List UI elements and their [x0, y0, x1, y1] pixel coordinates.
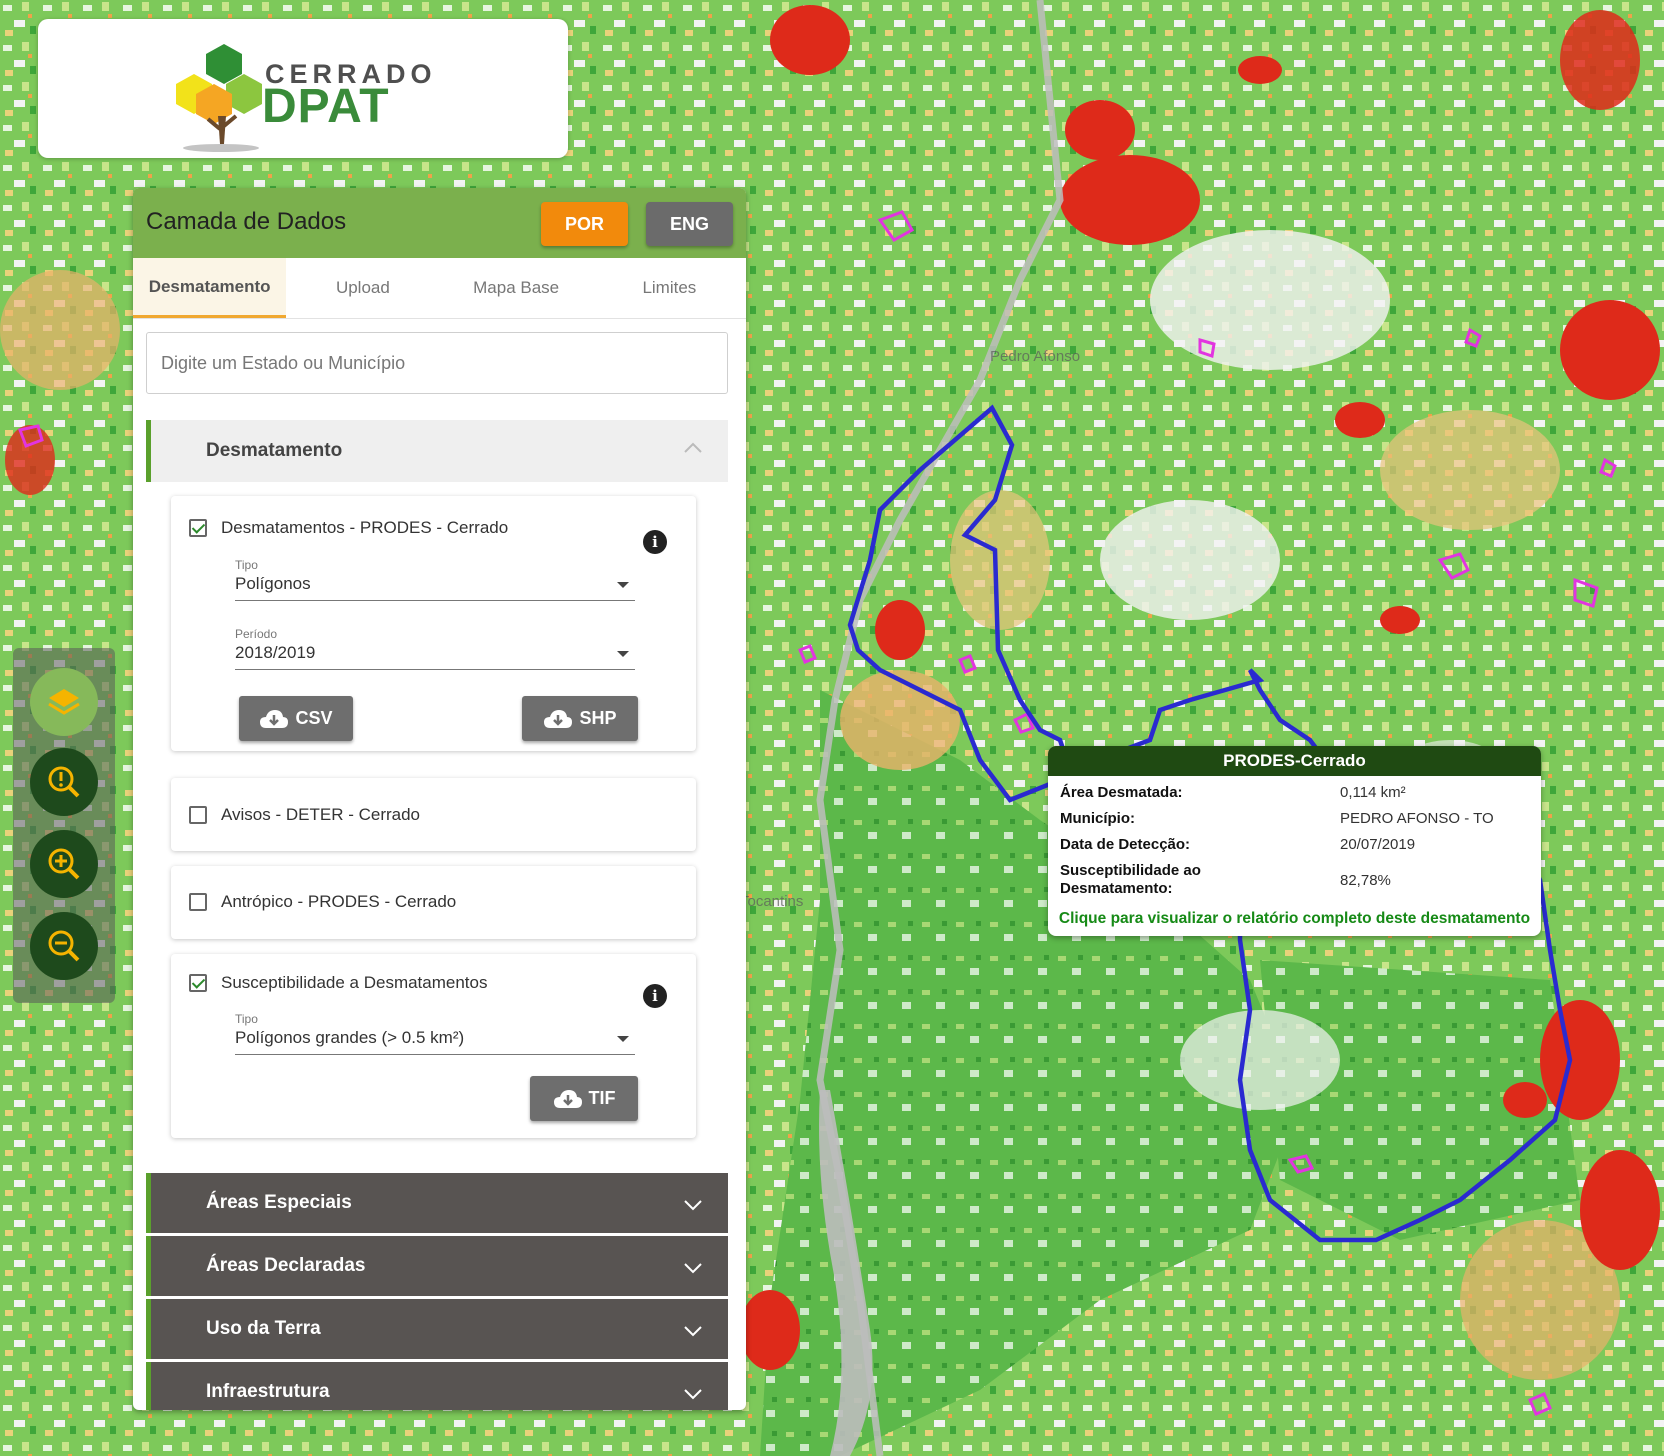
- layer-card-deter: Avisos - DETER - Cerrado: [171, 778, 696, 851]
- prodes-checkbox[interactable]: [189, 519, 207, 537]
- deter-checkbox[interactable]: [189, 806, 207, 824]
- zoom-out-button[interactable]: [30, 912, 98, 980]
- chevron-down-icon: [684, 1200, 702, 1211]
- antropico-checkbox[interactable]: [189, 893, 207, 911]
- popup-value: 20/07/2019: [1340, 836, 1416, 853]
- field-label: Período: [235, 627, 278, 641]
- search-input[interactable]: [146, 332, 728, 394]
- popup-key: Susceptibilidade ao Desmatamento:: [1060, 862, 1201, 897]
- dropdown-caret-icon: [617, 651, 629, 657]
- cloud-download-icon: [544, 709, 573, 728]
- language-por-button[interactable]: POR: [541, 202, 628, 246]
- layer-label: Susceptibilidade a Desmatamentos: [221, 973, 488, 992]
- chevron-down-icon: [684, 1389, 702, 1400]
- tab-desmatamento[interactable]: Desmatamento: [133, 258, 287, 318]
- dropdown-caret-icon: [617, 582, 629, 588]
- download-csv-button[interactable]: CSV: [239, 696, 353, 741]
- field-label: Tipo: [235, 558, 258, 572]
- section-label: Infraestrutura: [206, 1381, 330, 1402]
- panel-title: Camada de Dados: [146, 208, 347, 235]
- search-alert-icon: [48, 766, 80, 798]
- susceptibilidade-checkbox[interactable]: [189, 974, 207, 992]
- layer-label: Antrópico - PRODES - Cerrado: [221, 892, 457, 911]
- tab-upload[interactable]: Upload: [286, 258, 439, 318]
- periodo-value: 2018/2019: [235, 643, 316, 662]
- chevron-down-icon: [684, 1326, 702, 1337]
- download-shp-button[interactable]: SHP: [522, 696, 638, 741]
- layer-card-susceptibilidade: Susceptibilidade a Desmatamentos i Tipo …: [171, 954, 696, 1138]
- tab-limites[interactable]: Limites: [593, 258, 746, 318]
- tif-label: TIF: [588, 1088, 616, 1108]
- logo-text-dpat: DPAT: [262, 80, 390, 133]
- popup-value: 0,114 km²: [1340, 784, 1406, 801]
- csv-label: CSV: [295, 708, 333, 728]
- map-label-river: Tocantins: [740, 893, 804, 910]
- popup-key: Área Desmatada:: [1060, 784, 1183, 801]
- zoom-out-icon: [48, 930, 80, 962]
- zoom-in-icon: [48, 848, 80, 880]
- field-value: Polígonos grandes (> 0.5 km²): [235, 1026, 635, 1055]
- field-value: 2018/2019: [235, 641, 635, 670]
- tipo-value: Polígonos: [235, 574, 311, 593]
- popup-value: PEDRO AFONSO - TO: [1340, 810, 1494, 827]
- data-layers-panel: Camada de Dados POR ENG Desmatamento Upl…: [133, 188, 746, 1410]
- map-label-town: Pedro Afonso: [990, 348, 1081, 365]
- field-value: Polígonos: [235, 572, 635, 601]
- tree-logo-icon: [176, 44, 262, 152]
- layer-card-antropico: Antrópico - PRODES - Cerrado: [171, 866, 696, 939]
- section-label: Áreas Declaradas: [206, 1255, 366, 1276]
- tipo-value: Polígonos grandes (> 0.5 km²): [235, 1028, 465, 1047]
- section-areas-declaradas[interactable]: Áreas Declaradas: [146, 1236, 728, 1296]
- full-report-link[interactable]: Clique para visualizar o relatório compl…: [1048, 910, 1541, 928]
- chevron-down-icon: [684, 1263, 702, 1274]
- section-label: Uso da Terra: [206, 1318, 321, 1339]
- chevron-up-icon: [684, 442, 702, 453]
- tipo-select[interactable]: Tipo Polígonos: [235, 558, 635, 601]
- section-areas-especiais[interactable]: Áreas Especiais: [146, 1173, 728, 1233]
- zoom-in-button[interactable]: [30, 830, 98, 898]
- section-label: Desmatamento: [206, 440, 343, 461]
- app-logo: CERRADO DPAT: [38, 19, 568, 158]
- layers-icon: [48, 689, 80, 715]
- language-eng-button[interactable]: ENG: [646, 202, 733, 246]
- panel-header: Camada de Dados POR ENG: [133, 188, 746, 258]
- layer-label: Avisos - DETER - Cerrado: [221, 805, 421, 824]
- section-desmatamento-header[interactable]: Desmatamento: [146, 420, 728, 482]
- popup-key: Município:: [1060, 810, 1135, 827]
- field-label: Tipo: [235, 1012, 258, 1026]
- layer-card-prodes: Desmatamentos - PRODES - Cerrado i Tipo …: [171, 496, 696, 751]
- layers-button[interactable]: [30, 668, 98, 736]
- shp-label: SHP: [579, 708, 617, 728]
- popup-value: 82,78%: [1340, 872, 1391, 889]
- info-icon[interactable]: i: [643, 530, 667, 554]
- section-infraestrutura[interactable]: Infraestrutura: [146, 1362, 728, 1410]
- tab-mapa-base[interactable]: Mapa Base: [440, 258, 593, 318]
- cloud-download-icon: [260, 709, 289, 728]
- section-label: Áreas Especiais: [206, 1192, 352, 1213]
- periodo-select[interactable]: Período 2018/2019: [235, 627, 635, 670]
- info-icon[interactable]: i: [643, 984, 667, 1008]
- section-uso-da-terra[interactable]: Uso da Terra: [146, 1299, 728, 1359]
- panel-tabs: Desmatamento Upload Mapa Base Limites: [133, 258, 746, 319]
- search-alert-button[interactable]: [30, 748, 98, 816]
- layer-label: Desmatamentos - PRODES - Cerrado: [221, 518, 509, 537]
- cloud-download-icon: [553, 1089, 582, 1108]
- popup-title: PRODES-Cerrado: [1048, 746, 1541, 776]
- popup-key: Data de Detecção:: [1060, 836, 1191, 853]
- feature-popup[interactable]: PRODES-Cerrado Área Desmatada: 0,114 km²…: [1048, 746, 1541, 936]
- download-tif-button[interactable]: TIF: [530, 1076, 638, 1121]
- map-toolbar: [13, 648, 115, 1003]
- tipo-select[interactable]: Tipo Polígonos grandes (> 0.5 km²): [235, 1012, 635, 1055]
- dropdown-caret-icon: [617, 1036, 629, 1042]
